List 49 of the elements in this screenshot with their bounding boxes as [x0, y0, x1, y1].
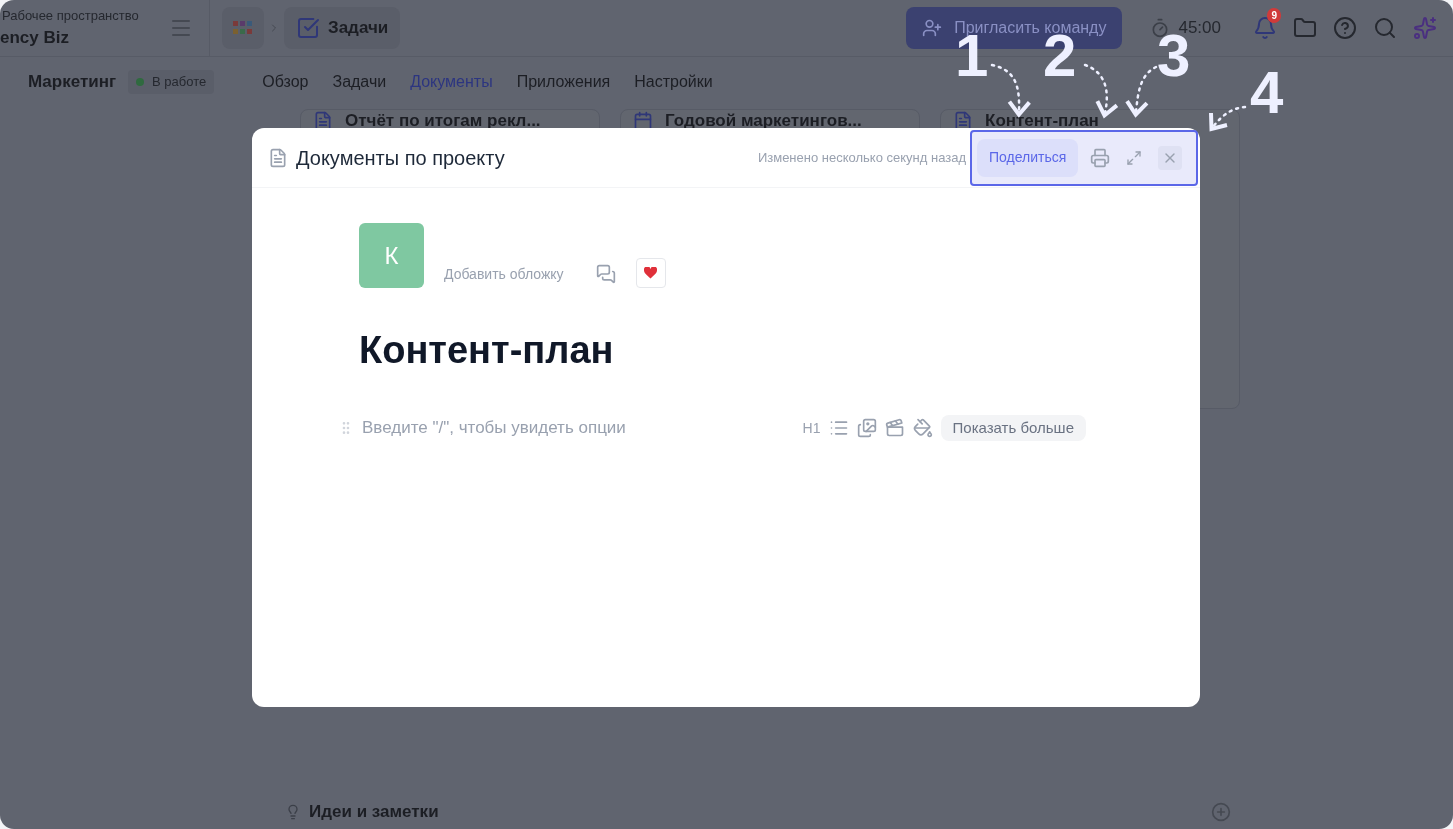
help-icon[interactable]	[1333, 16, 1357, 40]
images-icon[interactable]	[856, 418, 877, 438]
workspace-label: Рабочее пространство	[1, 6, 139, 25]
project-tab[interactable]: Настройки	[634, 70, 713, 94]
show-more-button[interactable]: Показать больше	[940, 415, 1086, 441]
modal-title: Документы по проекту	[296, 145, 505, 171]
add-user-icon	[922, 18, 943, 38]
annotation-number: 4	[1250, 63, 1284, 123]
document-title[interactable]: Контент-план	[252, 322, 1200, 379]
apps-grid-icon	[233, 21, 253, 35]
print-icon[interactable]	[1090, 147, 1111, 168]
dotted-arrow	[1209, 105, 1247, 131]
breadcrumb-button[interactable]: Задачи	[284, 7, 401, 49]
project-tab[interactable]: Обзор	[262, 70, 309, 94]
close-button[interactable]	[1158, 145, 1183, 170]
expand-icon[interactable]	[1126, 149, 1143, 166]
heart-icon	[644, 267, 658, 279]
share-button[interactable]: Поделиться	[977, 138, 1079, 177]
lightbulb-icon	[285, 804, 301, 820]
document-icon	[953, 111, 973, 131]
project-tab[interactable]: Приложения	[516, 70, 611, 94]
notification-badge: 9	[1267, 8, 1281, 23]
search-icon[interactable]	[1373, 16, 1397, 40]
dotted-arrow	[1125, 65, 1158, 117]
status-badge: В работе	[128, 70, 215, 94]
paint-bucket-icon[interactable]	[912, 418, 933, 438]
add-cover-link[interactable]: Добавить обложку	[444, 264, 564, 285]
editor-input[interactable]: Введите "/", чтобы увидеть опции	[362, 415, 782, 441]
card-title: Контент-план	[985, 111, 1099, 131]
section-title: Идеи и заметки	[309, 801, 439, 824]
add-icon[interactable]	[1211, 802, 1231, 822]
heading-tool[interactable]: H1	[802, 417, 821, 439]
workspace-name: ency Biz	[0, 27, 70, 49]
document-icon	[313, 111, 333, 131]
folder-icon[interactable]	[1293, 16, 1317, 40]
video-icon[interactable]	[884, 418, 905, 438]
project-tab[interactable]: Задачи	[332, 70, 387, 94]
comments-icon[interactable]	[595, 264, 616, 284]
modified-text: Изменено несколько секунд назад	[757, 148, 966, 167]
reaction-button[interactable]	[635, 258, 666, 288]
document-avatar[interactable]: К	[359, 223, 424, 288]
sparkles-icon[interactable]	[1413, 16, 1437, 40]
apps-grid-button[interactable]	[222, 7, 264, 49]
checkbox-icon	[296, 16, 320, 40]
project-name: Маркетинг	[28, 71, 117, 94]
document-icon	[268, 147, 288, 168]
card-title: Годовой маркетингов...	[665, 111, 862, 131]
card-title: Отчёт по итогам рекл...	[345, 111, 541, 131]
list-icon[interactable]	[828, 418, 849, 438]
